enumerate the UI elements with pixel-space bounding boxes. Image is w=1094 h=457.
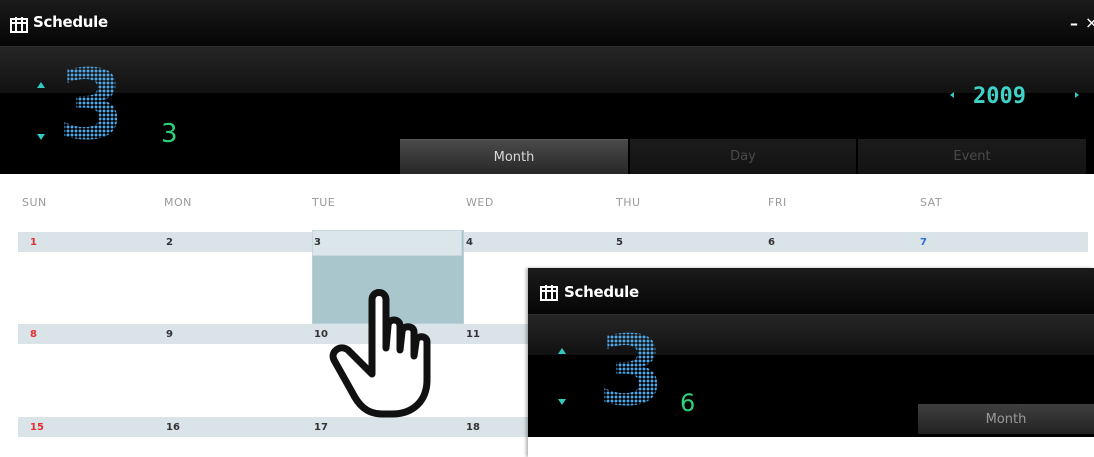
- day-cell-5[interactable]: 5: [616, 237, 623, 248]
- window-title: Schedule: [33, 13, 108, 31]
- day-cell-8[interactable]: 8: [30, 329, 37, 340]
- weekday-header-tue: TUE: [312, 196, 336, 209]
- overlay-title-bar[interactable]: Schedule: [528, 268, 1094, 315]
- overlay-window-title: Schedule: [564, 283, 639, 301]
- day-cell-11[interactable]: 11: [466, 329, 480, 340]
- weekday-header-thu: THU: [616, 196, 641, 209]
- weekday-header-mon: MON: [164, 196, 192, 209]
- day-cell-18[interactable]: 18: [466, 422, 480, 433]
- day-cell-10[interactable]: 10: [314, 329, 328, 340]
- month-up-arrow-icon[interactable]: [37, 82, 45, 88]
- overlay-month-small-digit: 6: [680, 389, 696, 417]
- month-down-arrow-icon[interactable]: [37, 134, 45, 140]
- tab-event[interactable]: Event: [858, 139, 1086, 174]
- weekday-header-sat: SAT: [920, 196, 943, 209]
- weekday-header-sun: SUN: [22, 196, 47, 209]
- day-cell-15[interactable]: 15: [30, 422, 44, 433]
- schedule-window-overlay: Schedule 3 6 Month: [528, 268, 1094, 457]
- day-cell-17[interactable]: 17: [314, 422, 328, 433]
- year-next-arrow-icon[interactable]: [1075, 92, 1079, 98]
- day-cell-1[interactable]: 1: [30, 237, 37, 248]
- day-cell-16[interactable]: 16: [166, 422, 180, 433]
- overlay-month-down-arrow-icon[interactable]: [558, 399, 566, 405]
- day-cell-6[interactable]: 6: [768, 237, 775, 248]
- day-cell-9[interactable]: 9: [166, 329, 173, 340]
- view-tabs: Month Day Event: [400, 139, 1086, 175]
- day-cell-3[interactable]: 3: [314, 237, 321, 248]
- day-cell-7[interactable]: 7: [920, 237, 927, 248]
- day-cell-2[interactable]: 2: [166, 237, 173, 248]
- minimize-button[interactable]: –: [1070, 14, 1078, 33]
- overlay-month-big-digit: 3: [598, 315, 665, 427]
- day-cell-4[interactable]: 4: [466, 237, 473, 248]
- close-button[interactable]: ×: [1085, 13, 1094, 32]
- overlay-month-up-arrow-icon[interactable]: [558, 348, 566, 354]
- selected-day-cell-header: [312, 230, 462, 256]
- year-label: 2009: [973, 84, 1026, 109]
- overlay-month-header: 3 6 Month: [528, 315, 1094, 437]
- hand-pointer-icon: [329, 289, 431, 418]
- month-big-digit: 3: [58, 49, 125, 161]
- weekday-header-wed: WED: [466, 196, 494, 209]
- tab-month[interactable]: Month: [400, 139, 628, 175]
- title-bar[interactable]: Schedule – ×: [0, 0, 1094, 47]
- month-small-digit: 3: [161, 119, 178, 149]
- overlay-tab-month[interactable]: Month: [918, 404, 1094, 434]
- calendar-icon: [540, 285, 558, 301]
- tab-day[interactable]: Day: [630, 139, 856, 174]
- week-row-1: [18, 232, 1088, 252]
- month-header: 3 3 2009 Month Day Event: [0, 47, 1094, 175]
- year-prev-arrow-icon[interactable]: [950, 92, 954, 98]
- calendar-icon: [10, 17, 28, 33]
- weekday-header-fri: FRI: [768, 196, 787, 209]
- header-band: [0, 47, 1094, 93]
